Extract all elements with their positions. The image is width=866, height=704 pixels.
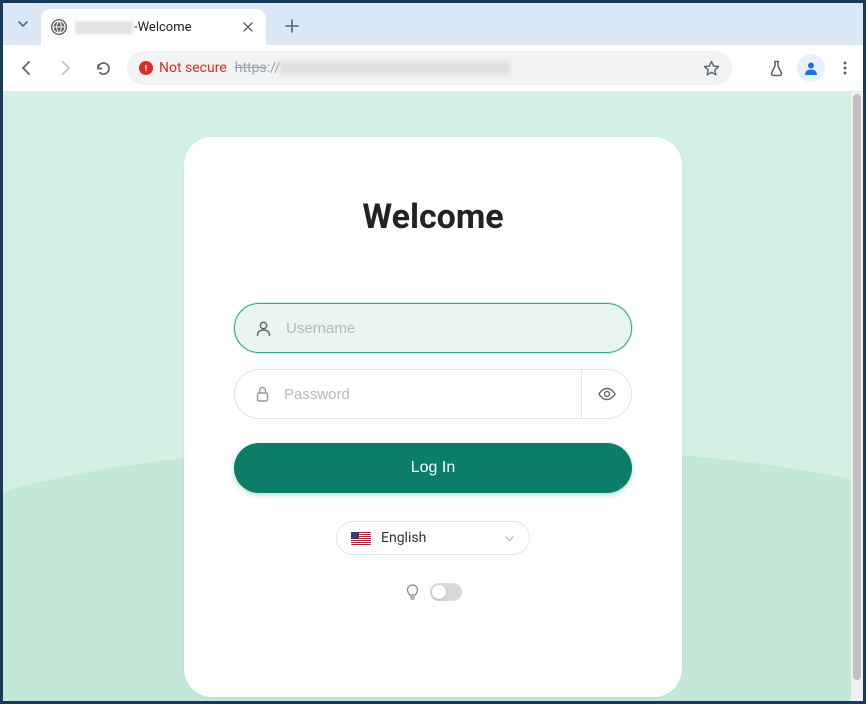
toggle-password-visibility[interactable] bbox=[581, 370, 631, 418]
lightbulb-icon bbox=[405, 584, 420, 601]
reload-button[interactable] bbox=[89, 54, 117, 82]
language-select[interactable]: English bbox=[336, 521, 530, 555]
menu-icon[interactable] bbox=[837, 60, 853, 76]
browser-chrome: -Welcome Not secure bbox=[3, 3, 863, 92]
url-text: https:// bbox=[235, 60, 510, 76]
vertical-scrollbar[interactable] bbox=[851, 92, 863, 701]
security-badge[interactable]: Not secure bbox=[139, 60, 227, 76]
scrollbar-thumb[interactable] bbox=[853, 94, 861, 680]
profile-avatar[interactable] bbox=[797, 54, 825, 82]
tab-strip: -Welcome bbox=[3, 3, 863, 45]
login-card: Welcome Log In English bbox=[184, 137, 682, 697]
browser-tab[interactable]: -Welcome bbox=[41, 9, 266, 45]
tab-title: -Welcome bbox=[75, 20, 232, 35]
password-input[interactable] bbox=[284, 386, 561, 403]
address-bar[interactable]: Not secure https:// bbox=[127, 51, 732, 85]
lock-icon bbox=[255, 386, 270, 402]
redacted-text bbox=[280, 61, 510, 75]
user-icon bbox=[255, 320, 272, 337]
eye-icon bbox=[598, 387, 616, 401]
page-viewport: Welcome Log In English bbox=[3, 92, 863, 701]
globe-icon bbox=[51, 19, 67, 35]
bookmark-icon[interactable] bbox=[703, 60, 720, 77]
theme-toggle-row bbox=[234, 583, 632, 601]
close-icon[interactable] bbox=[240, 19, 256, 35]
security-label: Not secure bbox=[159, 60, 227, 76]
username-field[interactable] bbox=[234, 303, 632, 353]
username-input[interactable] bbox=[286, 320, 611, 337]
toolbar-actions bbox=[768, 54, 853, 82]
flag-us-icon bbox=[351, 532, 371, 545]
back-button[interactable] bbox=[13, 54, 41, 82]
labs-icon[interactable] bbox=[768, 60, 785, 77]
not-secure-icon bbox=[139, 61, 153, 75]
page-title: Welcome bbox=[234, 197, 632, 237]
language-label: English bbox=[381, 530, 426, 546]
new-tab-button[interactable] bbox=[278, 12, 306, 40]
forward-button[interactable] bbox=[51, 54, 79, 82]
browser-toolbar: Not secure https:// bbox=[3, 45, 863, 92]
dark-mode-toggle[interactable] bbox=[430, 583, 462, 601]
redacted-text bbox=[75, 21, 133, 34]
login-button[interactable]: Log In bbox=[234, 443, 632, 493]
tab-search-button[interactable] bbox=[11, 12, 35, 36]
chevron-down-icon bbox=[504, 533, 515, 544]
password-field[interactable] bbox=[234, 369, 632, 419]
